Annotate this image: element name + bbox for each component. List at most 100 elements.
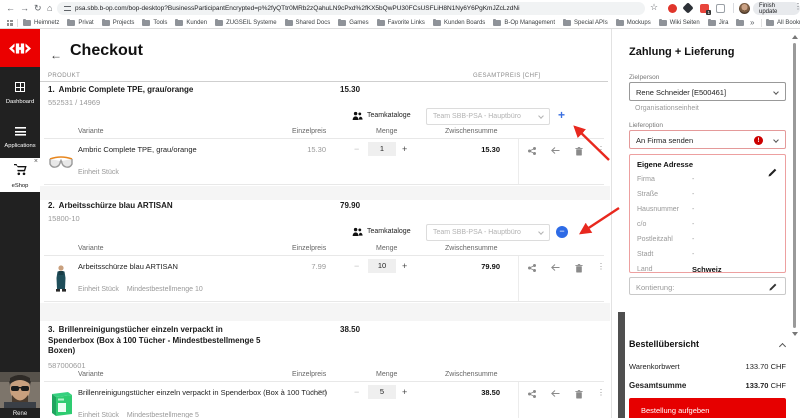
quantity-input[interactable]: 5 [368,385,396,399]
zielperson-select[interactable]: Rene Schneider [E500461] [629,82,786,101]
unit-price: 15.30 [274,145,326,154]
delete-icon[interactable] [575,390,583,399]
collapse-chevron-icon[interactable] [779,343,786,350]
back-arrow-icon[interactable]: ← [50,48,62,62]
more-options-icon[interactable]: ⋮ [597,262,605,271]
bookmark-folder[interactable]: Jira [708,20,729,26]
bookmark-folder[interactable]: Favorite Links [377,20,425,26]
quantity-increase-button[interactable]: + [402,144,407,154]
section-gap [40,303,610,321]
apps-grid-icon[interactable] [7,20,13,26]
team-catalog-select[interactable]: Team SBB-PSA - Hauptbüro [426,224,550,241]
subtotal: 38.50 [424,388,500,397]
finish-update-button[interactable]: Finish update [753,2,800,15]
bookmarks-bar-items: Heimnetz Privat Projects Tools Kunden ZUGSEIL… [23,17,745,29]
quantity-increase-button[interactable]: + [402,261,407,271]
bookmark-folder[interactable]: Privat [67,20,93,26]
more-options-icon[interactable]: ⋮ [597,145,605,154]
bookmark-folder[interactable]: Mockups [616,20,651,26]
kontierung-field[interactable]: Kontierung: [629,277,786,295]
bookmarks-overflow-chevron[interactable]: » [750,18,754,27]
address-field-label: Straße [637,191,692,198]
extension-badged-icon[interactable]: 1 [700,4,709,13]
extension-badge: 1 [706,10,711,15]
quantity-increase-button[interactable]: + [402,387,407,397]
move-back-icon[interactable] [551,264,560,272]
actions-divider [518,139,519,184]
browser-profile-avatar[interactable] [739,3,750,14]
sidebar-item-dashboard[interactable]: Dashboard [0,79,40,105]
lieferoption-select[interactable]: An Firma senden ! [629,130,786,149]
folder-icon [433,20,441,26]
scrollbar-down-arrow[interactable] [792,332,798,336]
bookmark-label: Privat [78,20,93,26]
move-back-icon[interactable] [551,390,560,398]
bookmark-label: Favorite Links [388,20,425,26]
product-reference: 15800-10 [48,214,80,223]
quantity-decrease-button[interactable]: − [354,387,359,397]
url-bar[interactable]: psa.sbb.b-op.com/bop-desktop?BusinessPar… [57,2,645,15]
quantity-decrease-button[interactable]: − [354,144,359,154]
extension-adblock-icon[interactable] [668,4,677,13]
bookmark-folder[interactable]: Special APIs [563,20,608,26]
chevron-down-icon [538,229,544,235]
bookmark-folder[interactable]: ZUGSEIL Systeme [215,20,276,26]
share-icon[interactable] [528,390,536,398]
quantity-decrease-button[interactable]: − [354,261,359,271]
submit-order-button[interactable]: Bestellung aufgeben [629,398,786,418]
user-avatar[interactable] [0,372,40,408]
bookmark-folder[interactable]: REALM APPS [736,20,745,26]
quantity-input[interactable]: 1 [368,142,396,156]
all-bookmarks-button[interactable]: All Bookmarks [766,17,800,29]
site-settings-icon[interactable] [64,5,71,12]
bookmark-folder[interactable]: Tools [142,20,167,26]
product-image-apron [48,264,74,292]
bookmark-folder[interactable]: Kunden [175,20,207,26]
variant-unit: Einheit StückMindestbestellmenge 10 [78,286,203,293]
share-icon[interactable] [528,264,536,272]
more-options-icon[interactable]: ⋮ [597,388,605,397]
back-icon[interactable]: ← [6,2,15,15]
bookmark-folder[interactable]: Kunden Boards [433,20,485,26]
remove-team-catalog-button[interactable]: − [556,226,568,238]
bookmark-star-icon[interactable]: ☆ [650,2,658,13]
address-field-value: - [692,221,694,228]
variant-unit: Einheit StückMindestbestellmenge 5 [78,412,199,418]
bookmark-folder[interactable]: Heimnetz [23,20,59,26]
address-field-value: - [692,236,694,243]
product-title: 3.Brillenreinigungstücher einzeln verpac… [48,325,266,357]
team-catalog-select[interactable]: Team SBB-PSA - Hauptbüro [426,108,550,125]
folder-icon [23,20,31,26]
address-field-label: Postleitzahl [637,236,692,243]
bookmark-folder[interactable]: Wiki Seiten [659,20,700,26]
share-icon[interactable] [528,147,536,155]
extension-box-icon[interactable] [716,4,725,13]
bookmark-label: Games [349,20,368,26]
edit-kontierung-icon[interactable] [769,283,777,291]
browser-menu-icon[interactable]: ⋮ [794,2,800,11]
delete-icon[interactable] [575,264,583,273]
sidebar-item-eshop[interactable]: × eShop [0,158,40,192]
bookmark-folder[interactable]: B-Op Management [493,20,555,26]
reload-icon[interactable]: ↻ [34,2,42,15]
bookmark-folder[interactable]: Games [338,20,368,26]
folder-icon [563,20,571,26]
panel-right-scrollbar[interactable] [793,43,796,328]
eshop-close-icon[interactable]: × [34,158,38,165]
variant-row: Brillenreinigungstücher einzeln verpackt… [44,381,604,418]
delete-icon[interactable] [575,147,583,156]
home-icon[interactable]: ⌂ [47,2,52,15]
folder-icon [175,20,183,26]
extension-pencil-icon[interactable] [682,2,693,13]
address-row: Stadt- [637,247,778,262]
bookmark-folder[interactable]: Shared Docs [285,20,331,26]
bookmark-folder[interactable]: Projects [102,20,135,26]
move-back-icon[interactable] [551,147,560,155]
edit-address-icon[interactable] [768,168,777,177]
forward-icon[interactable]: → [20,2,29,15]
quantity-input[interactable]: 10 [368,259,396,273]
sidebar-item-applications[interactable]: Applications [0,123,40,149]
scrollbar-up-arrow[interactable] [792,35,798,39]
add-team-catalog-button[interactable]: + [558,108,565,122]
panel-scrollbar-thumb[interactable] [618,312,625,418]
